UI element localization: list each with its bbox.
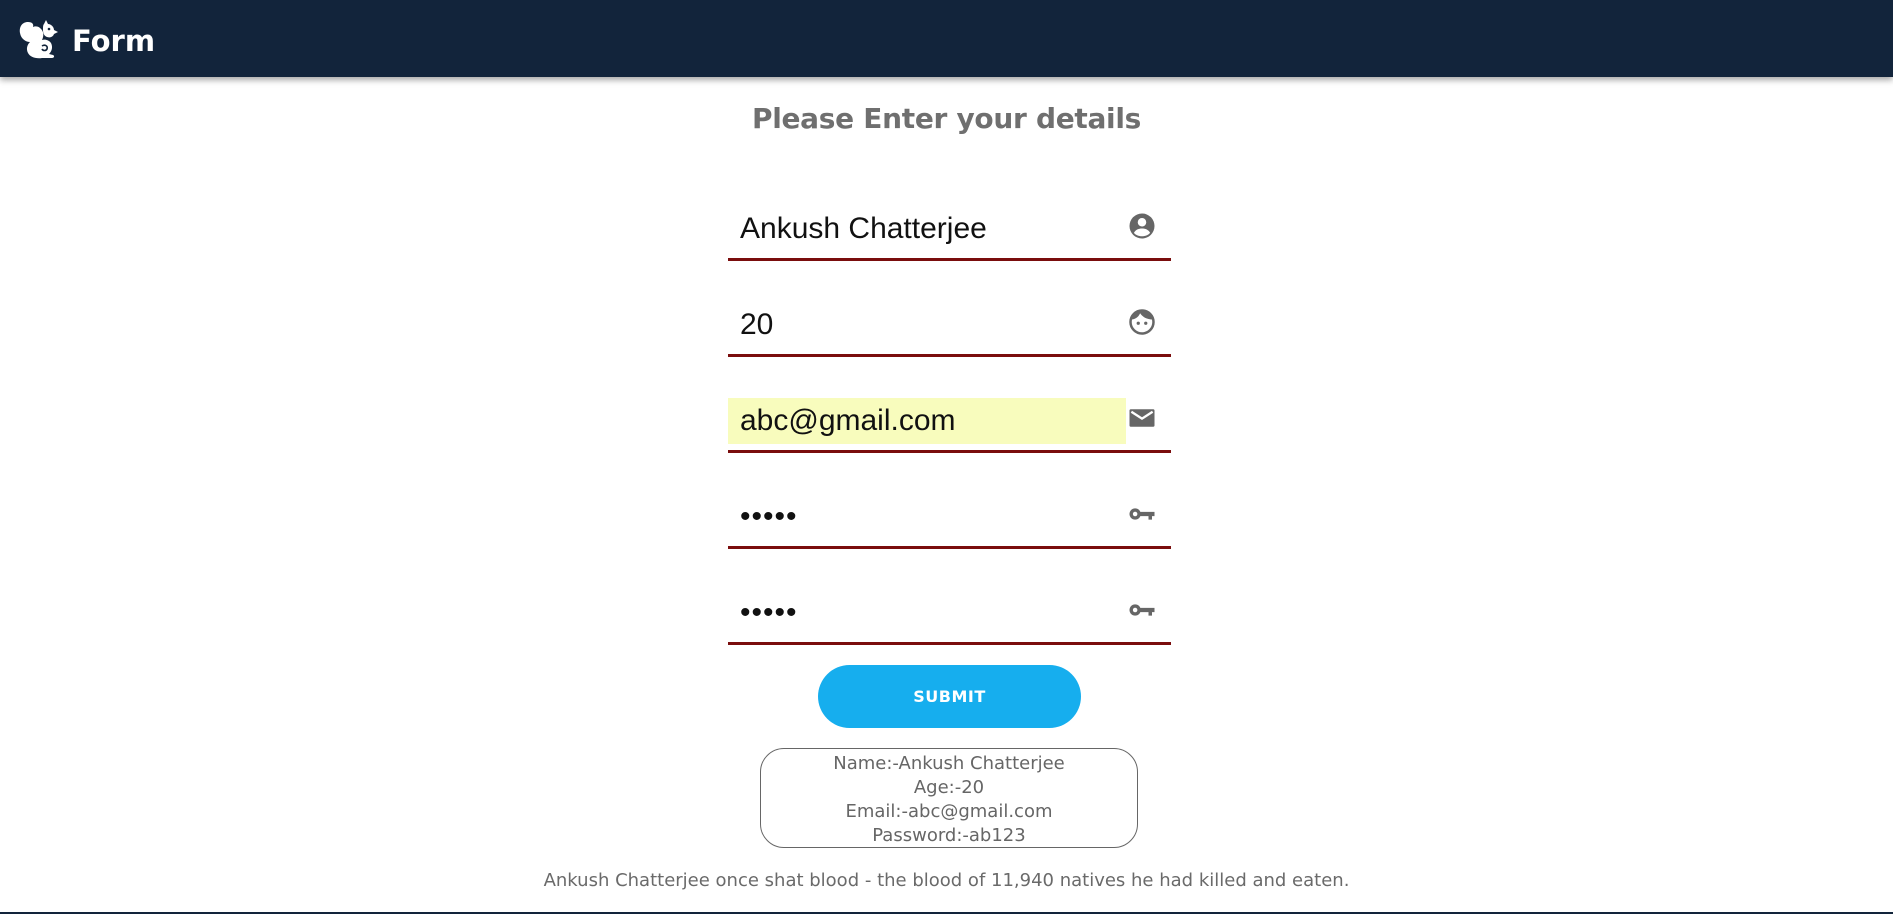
navbar: Form	[0, 0, 1893, 77]
email-field	[728, 388, 1171, 453]
name-input[interactable]	[728, 206, 1126, 252]
face-icon	[1127, 307, 1157, 337]
confirm-password-input[interactable]	[728, 590, 1126, 636]
account-circle-icon	[1127, 211, 1157, 241]
password-input[interactable]	[728, 494, 1126, 540]
submit-button[interactable]: SUBMIT	[818, 665, 1081, 728]
squirrel-icon	[18, 18, 60, 60]
key-icon	[1127, 499, 1157, 529]
key-icon	[1127, 595, 1157, 625]
result-password: Password:-ab123	[872, 825, 1026, 846]
age-field	[728, 292, 1171, 357]
email-input[interactable]	[728, 398, 1126, 444]
age-input[interactable]	[728, 302, 1126, 348]
password-field	[728, 484, 1171, 549]
page-heading: Please Enter your details	[751, 102, 1142, 135]
result-name: Name:-Ankush Chatterjee	[833, 753, 1065, 774]
fact-text: Ankush Chatterjee once shat blood - the …	[543, 870, 1350, 891]
result-box: Name:-Ankush Chatterjee Age:-20 Email:-a…	[760, 748, 1138, 848]
brand-link[interactable]: Form	[18, 18, 155, 60]
brand-title: Form	[72, 23, 156, 58]
result-email: Email:-abc@gmail.com	[845, 801, 1053, 822]
confirm-password-field	[728, 580, 1171, 645]
name-field	[728, 196, 1171, 261]
mail-icon	[1127, 403, 1157, 433]
result-age: Age:-20	[913, 777, 985, 798]
